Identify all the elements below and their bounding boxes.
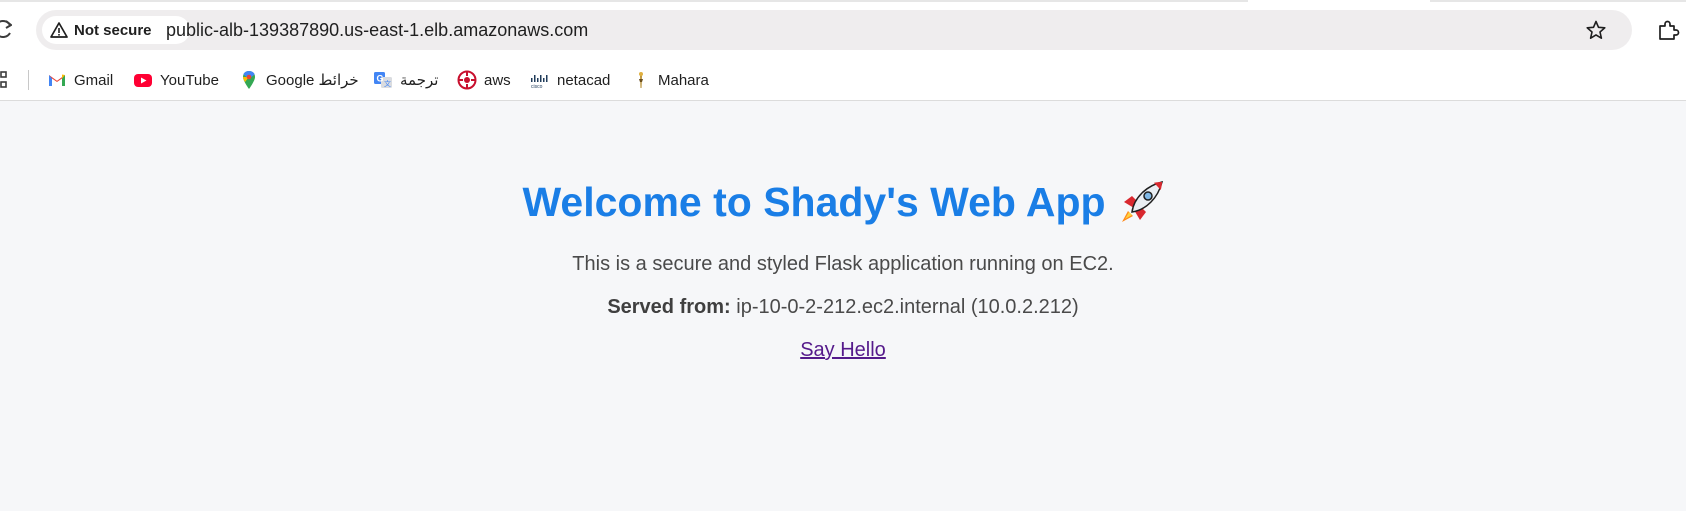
bookmarks-divider: [28, 70, 29, 90]
tab-strip: [0, 0, 1686, 10]
served-from-label: Served from:: [607, 296, 731, 318]
apps-grid-icon[interactable]: [0, 71, 12, 89]
svg-text:文: 文: [384, 79, 391, 88]
bookmark-aws[interactable]: aws: [457, 60, 511, 100]
bookmark-translate[interactable]: G文 ترجمة: [373, 60, 438, 100]
bookmark-label: netacad: [557, 71, 611, 89]
page-title: Welcome to Shady's Web App: [0, 178, 1686, 226]
bookmark-google-maps[interactable]: Google خرائط: [239, 60, 359, 100]
served-from-value: ip-10-0-2-212.ec2.internal (10.0.2.212): [736, 296, 1079, 318]
bookmark-label: Google خرائط: [266, 72, 359, 89]
bookmark-netacad[interactable]: cisco netacad: [530, 60, 610, 100]
svg-text:cisco: cisco: [531, 84, 543, 90]
gmail-icon: [47, 70, 67, 90]
youtube-icon: [133, 70, 153, 90]
bookmarks-bar: Gmail YouTube Google خرائط G文 ترجمة aws …: [0, 60, 1686, 101]
bookmark-label: ترجمة: [400, 72, 439, 89]
tab-edge: [0, 0, 1248, 2]
bookmark-label: YouTube: [160, 71, 219, 89]
say-hello-link[interactable]: Say Hello: [800, 339, 886, 361]
security-chip-label: Not secure: [74, 21, 152, 39]
mahara-icon: [631, 70, 651, 90]
rocket-icon: [1118, 178, 1164, 226]
bookmark-mahara[interactable]: Mahara: [631, 60, 709, 100]
bookmark-label: Mahara: [658, 71, 709, 89]
page-description: This is a secure and styled Flask applic…: [572, 253, 1114, 275]
served-from-line: Served from: ip-10-0-2-212.ec2.internal …: [0, 296, 1686, 319]
link-container: Say Hello: [0, 339, 1686, 362]
star-icon[interactable]: [1585, 19, 1607, 41]
bookmark-gmail[interactable]: Gmail: [47, 60, 113, 100]
reload-icon[interactable]: [0, 17, 13, 41]
url-text[interactable]: public-alb-139387890.us-east-1.elb.amazo…: [166, 10, 588, 50]
aws-icon: [457, 70, 477, 90]
page-title-text: Welcome to Shady's Web App: [522, 179, 1106, 225]
address-bar[interactable]: Not secure public-alb-139387890.us-east-…: [36, 10, 1632, 50]
tab-edge: [1430, 0, 1686, 2]
warning-icon: [50, 21, 68, 39]
web-page: Welcome to Shady's Web App This is a sec…: [0, 101, 1686, 511]
cisco-icon: cisco: [530, 70, 550, 90]
bookmark-youtube[interactable]: YouTube: [133, 60, 219, 100]
browser-toolbar: Not secure public-alb-139387890.us-east-…: [0, 0, 1686, 60]
bookmark-label: Gmail: [74, 71, 114, 89]
extensions-icon[interactable]: [1656, 18, 1680, 42]
svg-text:G: G: [377, 74, 384, 84]
bookmark-label: aws: [484, 71, 511, 89]
google-translate-icon: G文: [373, 70, 393, 90]
google-maps-icon: [239, 70, 259, 90]
